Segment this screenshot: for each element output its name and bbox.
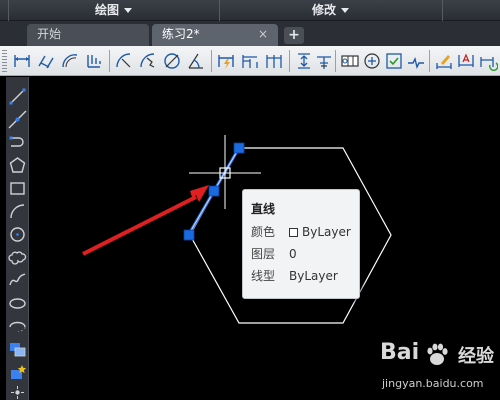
rectangle-icon[interactable] [8, 179, 27, 198]
panel-separator [442, 0, 443, 21]
close-icon[interactable]: × [258, 24, 268, 45]
ellipse-arc-icon[interactable] [8, 317, 27, 336]
radius-dimension-icon[interactable] [114, 51, 134, 71]
dimension-edit-icon[interactable] [434, 51, 454, 71]
line-end-grip[interactable] [233, 142, 245, 154]
toolbar-separator [109, 50, 110, 72]
dimension-text-edit-icon[interactable] [456, 51, 476, 71]
watermark-jingyan-text: 经验 [458, 346, 494, 367]
watermark-brand-text: Bai [380, 340, 420, 365]
dimension-update-icon[interactable] [478, 51, 498, 71]
document-tab-bar: 开始 练习2* × + [0, 21, 500, 46]
tab-drawing-active[interactable]: 练习2* × [152, 24, 278, 46]
line-start-grip[interactable] [183, 229, 195, 241]
baidu-jingyan-watermark: Bai 经验 jingyan.baidu.com [380, 340, 498, 398]
make-block-icon[interactable] [8, 363, 27, 382]
color-swatch-icon [289, 228, 298, 237]
linetype-label: 线型 [251, 269, 276, 283]
draw-panel-title[interactable]: 绘图 [95, 0, 133, 21]
jogged-dimension-icon[interactable] [138, 51, 158, 71]
aligned-dimension-icon[interactable] [36, 51, 56, 71]
color-label: 颜色 [251, 225, 276, 239]
insert-block-icon[interactable] [8, 340, 27, 359]
tab-start[interactable]: 开始 [27, 24, 149, 46]
modify-panel-title[interactable]: 修改 [312, 0, 350, 21]
polygon-icon[interactable] [8, 156, 27, 175]
tooltip-row-linetype: 线型 ByLayer [251, 268, 359, 284]
dimension-toolbar [0, 46, 500, 76]
ordinate-dimension-icon[interactable] [84, 51, 104, 71]
line-icon[interactable] [8, 87, 27, 106]
tolerance-icon[interactable] [340, 51, 360, 71]
modify-panel-label: 修改 [312, 3, 337, 17]
chevron-down-icon [124, 8, 133, 13]
arc-length-dimension-icon[interactable] [60, 51, 80, 71]
revision-cloud-icon[interactable] [8, 248, 27, 267]
new-tab-button[interactable]: + [284, 27, 304, 44]
continue-dimension-icon[interactable] [264, 51, 284, 71]
inspection-icon[interactable] [384, 51, 404, 71]
layer-label: 图层 [251, 247, 276, 261]
toolbar-grip[interactable] [2, 50, 7, 72]
linetype-value: ByLayer [289, 269, 338, 283]
construction-line-icon[interactable] [8, 110, 27, 129]
chevron-down-icon [341, 8, 350, 13]
angular-dimension-icon[interactable] [186, 51, 206, 71]
tab-drawing-label: 练习2* [162, 27, 200, 41]
ellipse-icon[interactable] [8, 294, 27, 313]
center-mark-icon[interactable] [362, 51, 382, 71]
layer-value: 0 [289, 247, 297, 261]
jogged-linear-icon[interactable] [406, 51, 426, 71]
baseline-dimension-icon[interactable] [240, 51, 260, 71]
circle-icon[interactable] [8, 225, 27, 244]
panel-separator [8, 0, 9, 21]
tooltip-row-color: 颜色 ByLayer [251, 224, 359, 240]
point-icon[interactable] [8, 383, 27, 400]
draw-toolbar [0, 77, 33, 400]
toolbar-separator [289, 50, 290, 72]
tooltip-row-layer: 图层 0 [251, 246, 359, 262]
watermark-url: jingyan.baidu.com [382, 377, 484, 390]
toolbar-separator [211, 50, 212, 72]
line-midpoint-grip[interactable] [208, 185, 220, 197]
spline-icon[interactable] [8, 271, 27, 290]
draw-panel-label: 绘图 [95, 3, 120, 17]
ribbon-panel-bar: 绘图 修改 [0, 0, 500, 21]
diameter-dimension-icon[interactable] [162, 51, 182, 71]
polyline-icon[interactable] [8, 133, 27, 152]
quick-dimension-icon[interactable] [216, 51, 236, 71]
arc-icon[interactable] [8, 202, 27, 221]
baidu-paw-icon [427, 343, 448, 365]
panel-separator [219, 0, 220, 21]
toolbar-separator [429, 50, 430, 72]
toolbar-separator [335, 50, 336, 72]
linear-dimension-icon[interactable] [12, 51, 32, 71]
tab-start-label: 开始 [37, 27, 62, 41]
color-value: ByLayer [302, 225, 351, 239]
tooltip-title: 直线 [251, 202, 276, 216]
dimension-space-icon[interactable] [294, 51, 314, 71]
red-arrow-shaft [82, 195, 197, 256]
rollover-tooltip: 直线 颜色 ByLayer 图层 0 线型 ByLayer [242, 189, 360, 299]
dimension-break-icon[interactable] [314, 51, 334, 71]
